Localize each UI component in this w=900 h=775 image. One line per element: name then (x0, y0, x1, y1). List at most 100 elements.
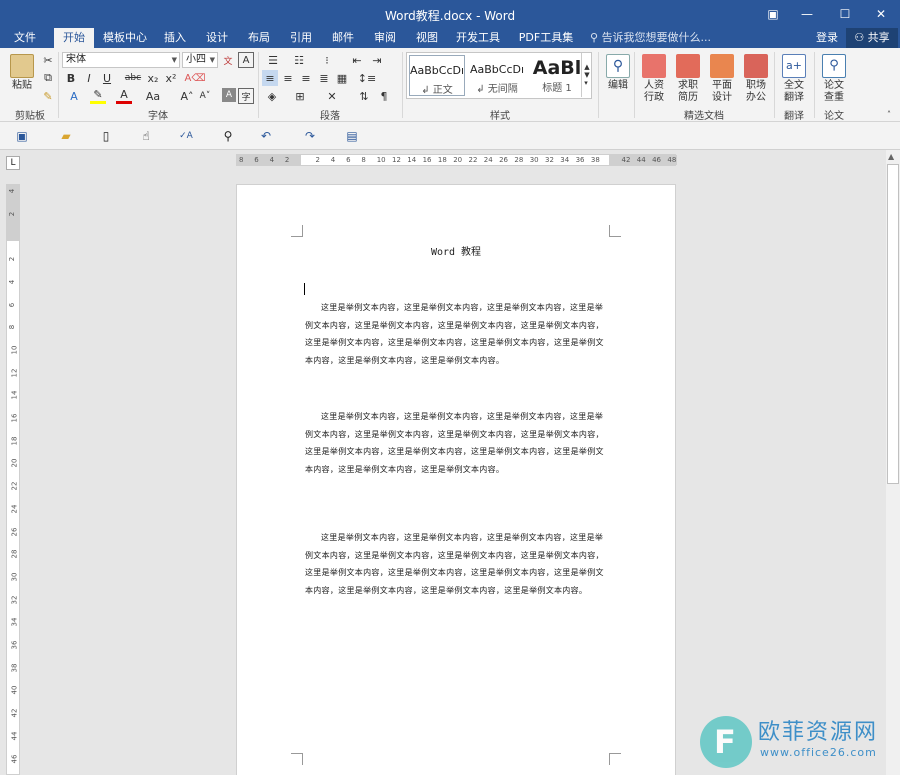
char-shading-icon[interactable]: A (222, 88, 236, 102)
cut-icon[interactable]: ✂ (40, 52, 56, 68)
share-button[interactable]: ⚇ 共享 (846, 28, 898, 48)
bold-button[interactable]: B (64, 70, 78, 86)
paper-check-button[interactable]: ⚲ 论文 查重 (818, 54, 850, 104)
shrink-font-button[interactable]: A˅ (198, 88, 212, 104)
save-icon[interactable]: ▣ (14, 128, 30, 144)
print-preview-icon[interactable]: ⚲ (220, 128, 236, 144)
tab-view[interactable]: 视图 (410, 28, 444, 48)
tab-layout[interactable]: 布局 (242, 28, 276, 48)
tab-file[interactable]: 文件 (6, 28, 44, 48)
ruler-tick-label: 22 (10, 481, 19, 491)
clear-format-icon[interactable]: A⌫ (185, 70, 206, 86)
ruler-tick-label: 10 (10, 345, 19, 355)
borders-icon[interactable]: ⊞ (290, 88, 310, 104)
line-spacing-icon[interactable]: ↕≡ (356, 70, 378, 86)
highlight-icon[interactable]: ✎ (90, 88, 106, 104)
ruler-tick-label: 26 (499, 156, 509, 164)
tab-insert[interactable]: 插入 (158, 28, 192, 48)
doc-resume-button[interactable]: 求职 简历 (672, 54, 704, 104)
tab-design[interactable]: 设计 (200, 28, 234, 48)
restore-button[interactable]: ☐ (828, 0, 862, 28)
font-name-select[interactable]: 宋体 ▼ (62, 52, 180, 68)
margin-mark (291, 225, 303, 237)
ribbon: 粘贴 ✂ ⧉ ✎ 剪贴板 宋体 ▼ 小四 ▼ 文 A B I U abc x₂ x²… (0, 48, 900, 122)
font-color-icon[interactable]: A (116, 88, 132, 104)
format-painter-icon[interactable]: ✎ (40, 88, 56, 104)
multilevel-list-icon[interactable]: ⁝ (316, 52, 338, 68)
chinese-layout-icon[interactable]: ✕ (322, 88, 342, 104)
watermark-logo: F (700, 716, 752, 768)
phonetic-guide-icon[interactable]: 字 (238, 88, 254, 104)
text-effect-icon[interactable]: A (64, 88, 84, 104)
tab-developer[interactable]: 开发工具 (452, 28, 504, 48)
customize-icon[interactable]: ▤ (344, 128, 360, 144)
group-font-label: 字体 (148, 111, 168, 122)
paste-button[interactable]: 粘贴 (6, 54, 38, 92)
tab-pdf-tools[interactable]: PDF工具集 (514, 28, 578, 48)
strikethrough-button[interactable]: abc (124, 70, 142, 86)
close-button[interactable]: ✕ (864, 0, 898, 28)
style-item-normal[interactable]: AaBbCcDı ↲ 正文 (409, 55, 465, 96)
style-item-heading1[interactable]: AaBl 标题 1 (529, 55, 585, 96)
vertical-scrollbar[interactable]: ▲ (886, 150, 900, 775)
ruler-tick-label: 18 (10, 436, 19, 446)
vertical-ruler[interactable]: 4 2 2 4 6 8 10 12 14 16 18 20 22 24 26 28 30 32 34 36 38 40 42… (6, 184, 20, 775)
minimize-button[interactable]: — (790, 0, 824, 28)
scroll-up-icon[interactable]: ▲ (888, 152, 894, 161)
editing-button[interactable]: ⚲ 编辑 (602, 54, 634, 92)
styles-more-icon[interactable]: ▲ ▼ ▾ (581, 53, 592, 97)
italic-button[interactable]: I (82, 70, 96, 86)
login-link[interactable]: 登录 (816, 28, 838, 47)
document-page[interactable]: Word 教程 这里是举例文本内容，这里是举例文本内容，这里是举例文本内容，这里… (236, 184, 676, 775)
subscript-button[interactable]: x₂ (146, 70, 160, 86)
tab-mailings[interactable]: 邮件 (326, 28, 360, 48)
style-item-no-spacing[interactable]: AaBbCcDı ↲ 无间隔 (469, 55, 525, 96)
spelling-icon[interactable]: ✓A (178, 128, 194, 144)
copy-icon[interactable]: ⧉ (40, 70, 56, 86)
search-icon: ⚲ (606, 54, 630, 78)
align-center-icon[interactable]: ≡ (280, 70, 296, 86)
touch-mode-icon[interactable]: ☝ (138, 128, 154, 144)
change-case-button[interactable]: Aa (144, 88, 162, 104)
tell-me-search[interactable]: ⚲ 告诉我您想要做什么... (590, 28, 711, 48)
show-marks-icon[interactable]: ¶ (376, 88, 392, 104)
increase-indent-icon[interactable]: ⇥ (368, 52, 386, 68)
doc-hr-admin-button[interactable]: 人资 行政 (638, 54, 670, 104)
char-border-icon[interactable]: A (238, 52, 254, 68)
ruler-tick-label: 4 (330, 156, 336, 164)
new-document-icon[interactable]: ▯ (98, 128, 114, 144)
numbering-icon[interactable]: ☷ (288, 52, 310, 68)
bullets-icon[interactable]: ☰ (262, 52, 284, 68)
scroll-thumb[interactable] (887, 164, 899, 484)
decrease-indent-icon[interactable]: ⇤ (348, 52, 366, 68)
undo-icon[interactable]: ↶ (258, 128, 274, 144)
tab-references[interactable]: 引用 (284, 28, 318, 48)
collapse-ribbon-icon[interactable]: ˄ (882, 108, 896, 120)
align-left-icon[interactable]: ≡ (262, 70, 278, 86)
ruler-tick-label: 32 (10, 595, 19, 605)
shading-icon[interactable]: ◈ (262, 88, 282, 104)
wen-icon[interactable]: 文 (220, 52, 236, 68)
align-right-icon[interactable]: ≡ (298, 70, 314, 86)
tab-home[interactable]: 开始 (54, 28, 94, 48)
tab-templates[interactable]: 模板中心 (100, 28, 150, 48)
tab-stop-selector[interactable]: L (6, 156, 20, 170)
ruler-tick-label: 46 (10, 754, 19, 763)
doc-graphic-design-button[interactable]: 平面 设计 (706, 54, 738, 104)
tab-review[interactable]: 审阅 (368, 28, 402, 48)
redo-icon[interactable]: ↷ (302, 128, 318, 144)
superscript-button[interactable]: x² (164, 70, 178, 86)
justify-icon[interactable]: ≣ (316, 70, 332, 86)
font-size-select[interactable]: 小四 ▼ (182, 52, 218, 68)
margin-mark (291, 753, 303, 765)
ruler-tick-label: 28 (514, 156, 524, 164)
sort-icon[interactable]: ⇅ (356, 88, 372, 104)
open-folder-icon[interactable]: ▰ (58, 128, 74, 144)
distributed-icon[interactable]: ▦ (334, 70, 350, 86)
grow-font-button[interactable]: A˄ (180, 88, 194, 104)
full-translate-button[interactable]: a+ 全文 翻译 (778, 54, 810, 104)
doc-office-button[interactable]: 职场 办公 (740, 54, 772, 104)
underline-button[interactable]: U (100, 70, 114, 86)
horizontal-ruler[interactable]: 8 6 4 2 2 4 6 8 10 12 14 16 18 20 22 24 26 28 30 32 34 36 38 42… (236, 154, 677, 166)
ribbon-display-icon[interactable]: ▣ (756, 0, 790, 28)
